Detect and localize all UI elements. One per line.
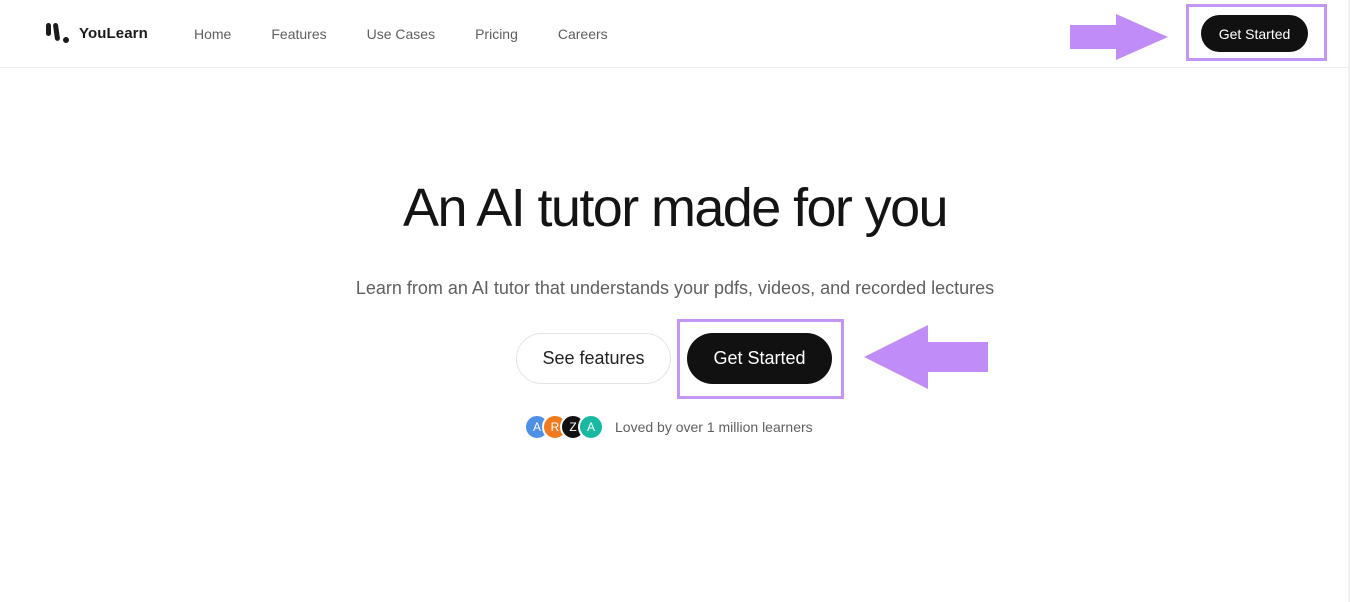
nav-link-home[interactable]: Home	[194, 25, 231, 43]
nav-link-features[interactable]: Features	[271, 25, 326, 43]
hero-get-started-button[interactable]: Get Started	[687, 333, 832, 384]
youlearn-logo-icon	[46, 22, 71, 44]
nav-links: Home Features Use Cases Pricing Careers	[194, 25, 648, 43]
avatar: A	[578, 414, 604, 440]
nav-link-careers[interactable]: Careers	[558, 25, 608, 43]
social-proof: A R Z A Loved by over 1 million learners	[524, 413, 813, 441]
arrow-left-icon	[864, 325, 988, 394]
nav-get-started-button[interactable]: Get Started	[1201, 15, 1308, 52]
brand-logo[interactable]: YouLearn	[46, 22, 148, 44]
avatar-group: A R Z A	[524, 413, 606, 441]
social-proof-text: Loved by over 1 million learners	[615, 419, 813, 435]
nav-link-pricing[interactable]: Pricing	[475, 25, 518, 43]
arrow-right-icon	[1070, 14, 1168, 65]
nav-link-use-cases[interactable]: Use Cases	[367, 25, 435, 43]
hero-title: An AI tutor made for you	[403, 178, 949, 238]
hero-subtitle: Learn from an AI tutor that understands …	[355, 278, 995, 298]
brand-name: YouLearn	[79, 24, 148, 42]
see-features-button[interactable]: See features	[516, 333, 671, 384]
